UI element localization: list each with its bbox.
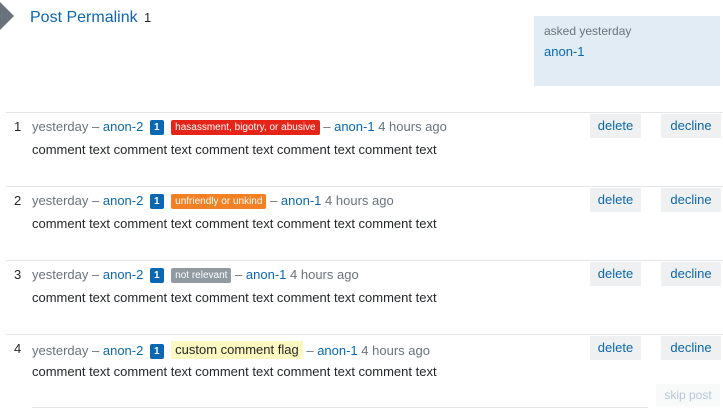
post-flag-count: 1 xyxy=(144,10,152,25)
comment-time: 4 hours ago xyxy=(361,343,430,358)
comment-author-link[interactable]: anon-1 xyxy=(334,119,374,134)
row-meta: yesterday – anon-2 1 unfriendly or unkin… xyxy=(32,193,394,209)
comment-author-link[interactable]: anon-1 xyxy=(246,267,286,282)
flag-reason-label: custom comment flag xyxy=(171,341,303,359)
comment-flag-row: 4 yesterday – anon-2 1 custom comment fl… xyxy=(6,334,723,408)
asked-label: asked xyxy=(544,24,577,38)
comment-time: 4 hours ago xyxy=(290,267,359,282)
post-header: Post Permalink 1 xyxy=(30,9,151,27)
flagger-link[interactable]: anon-2 xyxy=(103,119,143,134)
flag-time: yesterday xyxy=(32,267,89,282)
flagger-link[interactable]: anon-2 xyxy=(103,267,143,282)
flagger-link[interactable]: anon-2 xyxy=(103,193,143,208)
flag-reason-label: unfriendly or unkind xyxy=(171,194,267,209)
post-arrow-icon xyxy=(0,2,14,30)
flag-time: yesterday xyxy=(32,119,89,134)
comment-time: 4 hours ago xyxy=(325,193,394,208)
delete-button[interactable]: delete xyxy=(590,262,641,286)
flagger-count-badge: 1 xyxy=(149,120,164,135)
row-meta: yesterday – anon-2 1 hasassment, bigotry… xyxy=(32,119,447,135)
delete-button[interactable]: delete xyxy=(590,188,641,212)
comment-flag-row: 3 yesterday – anon-2 1 not relevant – an… xyxy=(6,260,723,334)
dash: – xyxy=(270,193,278,208)
dash: – xyxy=(323,119,331,134)
flagger-count-badge: 1 xyxy=(149,268,164,283)
comment-flag-row: 2 yesterday – anon-2 1 unfriendly or unk… xyxy=(6,186,723,260)
comment-time: 4 hours ago xyxy=(378,119,447,134)
dash: – xyxy=(235,267,243,282)
comment-text: comment text comment text comment text c… xyxy=(32,290,437,305)
flag-time: yesterday xyxy=(32,193,89,208)
asked-box: asked yesterday anon-1 xyxy=(534,16,720,86)
row-index: 3 xyxy=(14,267,22,282)
asked-line: asked yesterday xyxy=(544,24,631,38)
row-index: 2 xyxy=(14,193,22,208)
delete-button[interactable]: delete xyxy=(590,336,641,360)
comment-flag-list: 1 yesterday – anon-2 1 hasassment, bigot… xyxy=(6,112,723,408)
dash: – xyxy=(92,267,100,282)
dash: – xyxy=(92,119,100,134)
flagger-count-badge: 1 xyxy=(149,344,164,359)
flagger-link[interactable]: anon-2 xyxy=(103,343,143,358)
flagger-count-badge: 1 xyxy=(149,194,164,209)
asked-user-link[interactable]: anon-1 xyxy=(544,44,584,59)
flag-time: yesterday xyxy=(32,343,89,358)
asked-time: yesterday xyxy=(579,24,632,38)
comment-flag-row: 1 yesterday – anon-2 1 hasassment, bigot… xyxy=(6,112,723,186)
comment-author-link[interactable]: anon-1 xyxy=(281,193,321,208)
flag-reason-label: hasassment, bigotry, or abusive xyxy=(171,120,320,135)
row-meta: yesterday – anon-2 1 not relevant – anon… xyxy=(32,267,359,283)
flag-reason-label: not relevant xyxy=(171,268,232,283)
row-meta: yesterday – anon-2 1 custom comment flag… xyxy=(32,341,430,359)
decline-button[interactable]: decline xyxy=(661,188,721,212)
comment-text: comment text comment text comment text c… xyxy=(32,142,437,157)
dash: – xyxy=(92,193,100,208)
decline-button[interactable]: decline xyxy=(661,336,721,360)
comment-text: comment text comment text comment text c… xyxy=(32,364,437,379)
row-index: 4 xyxy=(14,341,22,356)
dash: – xyxy=(306,343,314,358)
post-permalink-link[interactable]: Post Permalink xyxy=(30,9,138,26)
comment-author-link[interactable]: anon-1 xyxy=(317,343,357,358)
comment-text: comment text comment text comment text c… xyxy=(32,216,437,231)
divider xyxy=(32,407,648,408)
decline-button[interactable]: decline xyxy=(661,114,721,138)
delete-button[interactable]: delete xyxy=(590,114,641,138)
dash: – xyxy=(92,343,100,358)
row-index: 1 xyxy=(14,119,22,134)
decline-button[interactable]: decline xyxy=(661,262,721,286)
skip-post-button[interactable]: skip post xyxy=(656,384,720,406)
